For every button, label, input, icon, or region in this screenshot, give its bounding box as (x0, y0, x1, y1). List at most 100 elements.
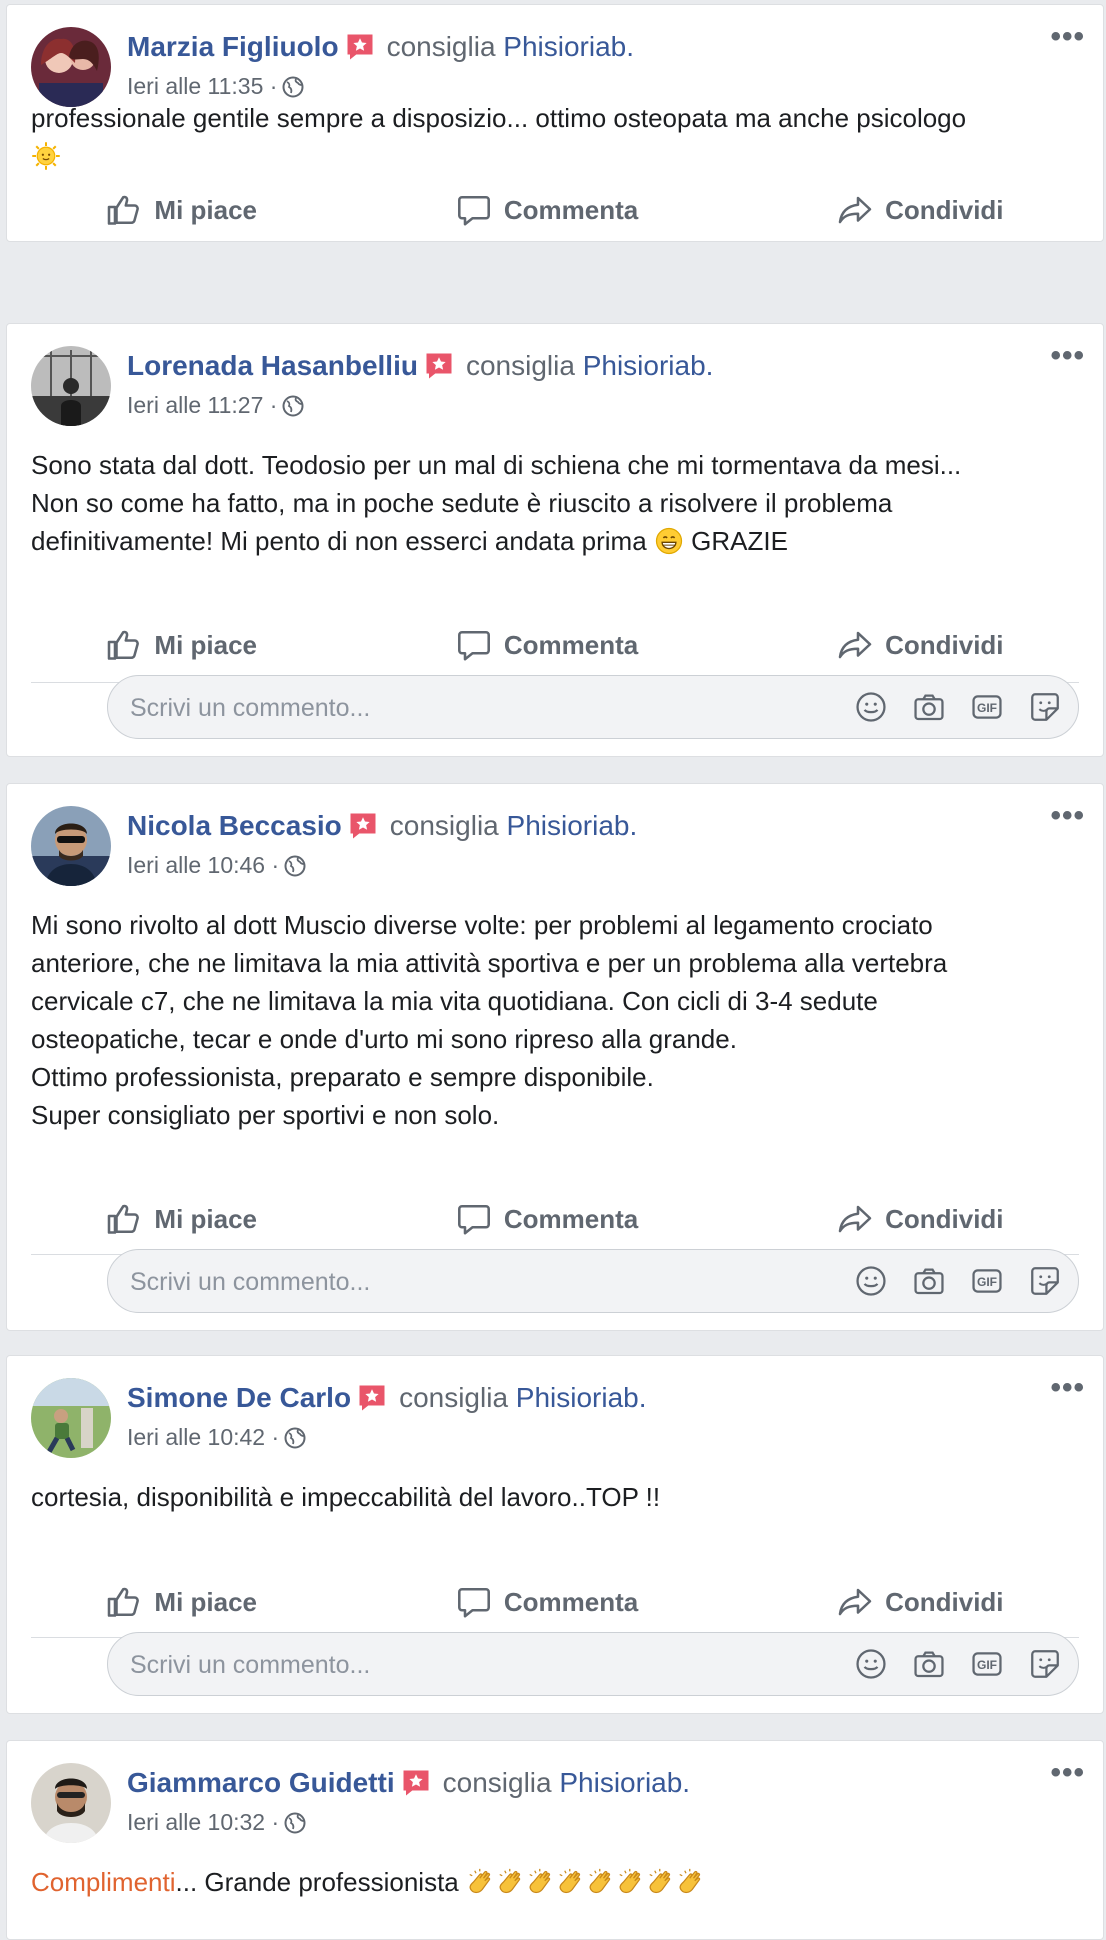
post-text: cortesia, disponibilità e impeccabilità … (31, 1478, 1079, 1516)
post-meta: Ieri alle 11:27 · (127, 390, 305, 420)
clapping-hands-icon (466, 1867, 496, 1897)
recommends-verb: consiglia (389, 810, 499, 841)
action-bar: Mi piace Commenta Condividi (7, 182, 1103, 238)
post-meta: Ieri alle 10:46 · (127, 850, 307, 880)
page-name-link[interactable]: Phisioriab. (507, 810, 638, 841)
post-text-body: professionale gentile sempre a disposizi… (31, 103, 967, 133)
share-button[interactable]: Condividi (837, 1201, 1004, 1237)
meta-separator: · (271, 852, 280, 878)
speech-bubble-icon (456, 627, 492, 663)
like-button[interactable]: Mi piace (106, 627, 257, 663)
more-options-button[interactable]: ••• (1050, 801, 1085, 831)
recommends-verb: consiglia (386, 31, 496, 62)
globe-icon[interactable] (281, 75, 305, 99)
comment-button[interactable]: Commenta (456, 1201, 638, 1237)
post-timestamp[interactable]: Ieri alle 11:27 (127, 392, 263, 418)
sticker-icon[interactable] (1028, 1264, 1062, 1298)
avatar[interactable] (31, 1763, 111, 1843)
clapping-hands-icon (676, 1867, 706, 1897)
avatar-photo-icon (31, 1763, 111, 1843)
clapping-hands-icon (556, 1867, 586, 1897)
share-button[interactable]: Condividi (837, 1584, 1004, 1620)
post-timestamp[interactable]: Ieri alle 10:46 (127, 852, 265, 878)
recommendation-badge-icon (348, 811, 378, 841)
emoji-picker-icon[interactable] (854, 1264, 888, 1298)
post-card: Lorenada Hasanbelliu consiglia Phisioriab… (6, 323, 1104, 757)
post-timestamp[interactable]: Ieri alle 10:42 (127, 1424, 265, 1450)
more-options-button[interactable]: ••• (1050, 1373, 1085, 1403)
clapping-hands-icon (646, 1867, 676, 1897)
author-name[interactable]: Lorenada Hasanbelliu (127, 350, 418, 381)
like-button[interactable]: Mi piace (106, 1584, 257, 1620)
comment-label: Commenta (503, 194, 639, 225)
globe-icon[interactable] (283, 1811, 307, 1835)
comment-composer[interactable] (107, 675, 1079, 740)
author-name[interactable]: Marzia Figliuolo (127, 31, 339, 62)
avatar[interactable] (31, 806, 111, 886)
post-meta: Ieri alle 11:35 · (127, 71, 305, 101)
avatar[interactable] (31, 346, 111, 426)
share-arrow-icon (837, 627, 873, 663)
avatar-photo-icon (31, 1378, 111, 1458)
clapping-hands-icon (586, 1867, 616, 1897)
gif-icon[interactable] (970, 1647, 1004, 1681)
share-arrow-icon (837, 1201, 873, 1237)
more-options-button[interactable]: ••• (1050, 341, 1085, 371)
camera-icon[interactable] (912, 1647, 946, 1681)
gif-icon[interactable] (970, 690, 1004, 724)
post-text-body: cortesia, disponibilità e impeccabilità … (31, 1482, 661, 1512)
share-button[interactable]: Condividi (837, 192, 1004, 228)
comment-input[interactable] (128, 676, 832, 740)
page-name-link[interactable]: Phisioriab. (583, 350, 714, 381)
author-name[interactable]: Simone De Carlo (127, 1382, 351, 1413)
camera-icon[interactable] (912, 1264, 946, 1298)
speech-bubble-icon (456, 1201, 492, 1237)
emoji-picker-icon[interactable] (854, 1647, 888, 1681)
post-text: professionale gentile sempre a disposizi… (31, 99, 1079, 175)
comment-input[interactable] (128, 1250, 832, 1314)
post-timestamp[interactable]: Ieri alle 10:32 (127, 1809, 265, 1835)
avatar[interactable] (31, 27, 111, 107)
speech-bubble-icon (456, 192, 492, 228)
page-name-link[interactable]: Phisioriab. (559, 1767, 690, 1798)
composer-icons (854, 690, 1062, 724)
author-name[interactable]: Giammarco Guidetti (127, 1767, 395, 1798)
author-name[interactable]: Nicola Beccasio (127, 810, 342, 841)
like-button[interactable]: Mi piace (106, 1201, 257, 1237)
post-text-body: ... Grande professionista (175, 1867, 466, 1897)
post-timestamp[interactable]: Ieri alle 11:35 (127, 73, 263, 99)
comment-composer[interactable] (107, 1632, 1079, 1697)
comment-button[interactable]: Commenta (456, 1584, 638, 1620)
sticker-icon[interactable] (1028, 1647, 1062, 1681)
camera-icon[interactable] (912, 690, 946, 724)
share-label: Condividi (885, 1586, 1004, 1617)
gif-icon[interactable] (970, 1264, 1004, 1298)
thumbs-up-icon (106, 627, 142, 663)
globe-icon[interactable] (283, 854, 307, 878)
like-label: Mi piace (154, 1203, 258, 1234)
post-card: Marzia Figliuolo consiglia Phisioriab. Ie… (6, 4, 1104, 242)
comment-input[interactable] (128, 1633, 832, 1697)
comment-composer[interactable] (107, 1249, 1079, 1314)
sticker-icon[interactable] (1028, 690, 1062, 724)
share-label: Condividi (885, 1203, 1004, 1234)
thumbs-up-icon (106, 1584, 142, 1620)
highlighted-word[interactable]: Complimenti (31, 1867, 176, 1897)
post-text-body: Mi sono rivolto al dott Muscio diverse v… (31, 910, 948, 1130)
more-options-button[interactable]: ••• (1050, 22, 1085, 52)
more-options-button[interactable]: ••• (1050, 1758, 1085, 1788)
recommendation-badge-icon (345, 32, 375, 62)
meta-separator: · (269, 73, 278, 99)
comment-button[interactable]: Commenta (456, 627, 638, 663)
share-arrow-icon (837, 1584, 873, 1620)
comment-button[interactable]: Commenta (456, 192, 638, 228)
page-name-link[interactable]: Phisioriab. (516, 1382, 647, 1413)
emoji-picker-icon[interactable] (854, 690, 888, 724)
clapping-hands-icon (496, 1867, 526, 1897)
share-button[interactable]: Condividi (837, 627, 1004, 663)
globe-icon[interactable] (283, 1426, 307, 1450)
like-button[interactable]: Mi piace (106, 192, 257, 228)
globe-icon[interactable] (281, 394, 305, 418)
avatar[interactable] (31, 1378, 111, 1458)
page-name-link[interactable]: Phisioriab. (503, 31, 634, 62)
